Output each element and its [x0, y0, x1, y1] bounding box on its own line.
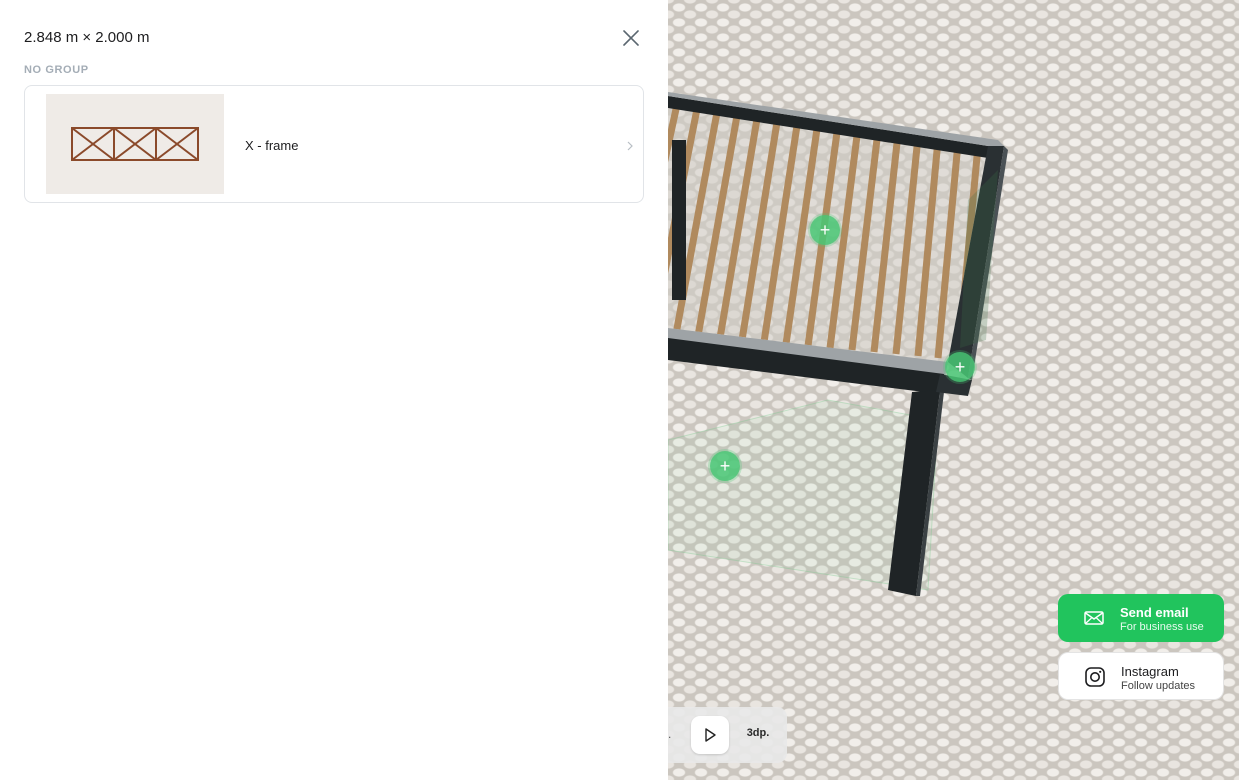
- chevron-right-icon: [627, 141, 633, 151]
- mail-icon: [1084, 611, 1104, 625]
- x-frame-railing-thumbnail: [46, 94, 224, 194]
- add-component-hotspot[interactable]: +: [945, 352, 975, 382]
- instagram-button[interactable]: Instagram Follow updates: [1058, 652, 1224, 700]
- add-component-hotspot[interactable]: +: [810, 215, 840, 245]
- close-button[interactable]: [619, 26, 643, 50]
- option-card-label: X - frame: [245, 138, 299, 153]
- view-toolbar: . 3dp.: [668, 707, 787, 763]
- instagram-title: Instagram: [1121, 664, 1179, 679]
- instagram-subtitle: Follow updates: [1121, 680, 1195, 692]
- send-email-button[interactable]: Send email For business use: [1058, 594, 1224, 642]
- play-button[interactable]: [691, 716, 729, 754]
- close-icon[interactable]: [619, 26, 643, 50]
- play-icon: [705, 728, 716, 742]
- add-component-hotspot[interactable]: +: [710, 451, 740, 481]
- send-email-subtitle: For business use: [1120, 621, 1204, 633]
- option-card-x-frame[interactable]: X - frame: [24, 85, 644, 203]
- group-label: NO GROUP: [24, 64, 89, 76]
- panel-title: 2.848 m × 2.000 m: [24, 29, 150, 46]
- instagram-icon: [1085, 667, 1105, 687]
- view-mode-button[interactable]: 3dp.: [740, 727, 776, 739]
- send-email-title: Send email: [1120, 605, 1189, 620]
- options-panel: 2.848 m × 2.000 m NO GROUP X - frame: [0, 0, 668, 780]
- toolbar-partial-button[interactable]: .: [668, 727, 676, 741]
